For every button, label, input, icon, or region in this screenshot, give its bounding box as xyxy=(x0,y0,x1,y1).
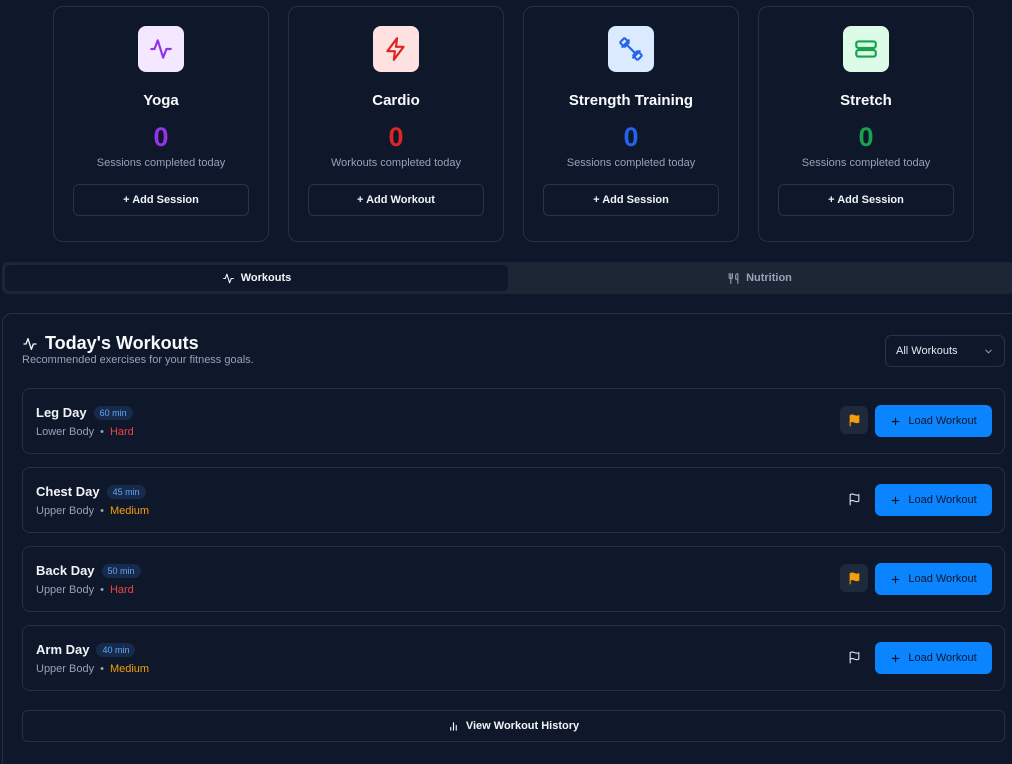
card-subtitle: Workouts completed today xyxy=(330,157,462,169)
duration-badge: 60 min xyxy=(93,405,133,420)
workout-list: Leg Day 60 min Lower Body • Hard Load Wo… xyxy=(22,388,1005,691)
activity-icon xyxy=(222,273,234,283)
flag-icon xyxy=(849,572,859,584)
filter-value: All Workouts xyxy=(896,345,958,357)
body-area: Upper Body xyxy=(36,663,95,675)
load-workout-button[interactable]: Load Workout xyxy=(875,405,992,437)
meta-separator: • xyxy=(100,584,104,596)
flag-button[interactable] xyxy=(840,406,868,434)
load-workout-button[interactable]: Load Workout xyxy=(875,642,992,674)
load-workout-button[interactable]: Load Workout xyxy=(875,484,992,516)
view-workout-history-button[interactable]: View Workout History xyxy=(22,710,1005,742)
workout-row: Arm Day 40 min Upper Body • Medium Load … xyxy=(22,625,1005,691)
panel-title: Today's Workouts xyxy=(22,333,199,354)
card-count: 0 xyxy=(388,122,404,152)
activity-icon xyxy=(150,39,172,59)
difficulty-label: Hard xyxy=(109,426,134,438)
card-subtitle: Sessions completed today xyxy=(566,157,696,169)
card-icon-box xyxy=(138,26,184,72)
workout-row: Leg Day 60 min Lower Body • Hard Load Wo… xyxy=(22,388,1005,454)
workout-meta: Upper Body • Medium xyxy=(36,663,149,675)
workout-title: Chest Day 45 min xyxy=(36,484,146,499)
load-workout-label: Load Workout xyxy=(908,652,977,664)
chevron-down-icon xyxy=(985,349,992,353)
add-session-button[interactable]: + Add Session xyxy=(778,184,954,216)
flag-icon xyxy=(849,493,859,505)
stretch-icon xyxy=(855,40,877,58)
card-subtitle: Sessions completed today xyxy=(801,157,931,169)
flag-button[interactable] xyxy=(840,643,868,671)
meta-separator: • xyxy=(100,426,104,438)
history-label: View Workout History xyxy=(465,720,580,732)
difficulty-label: Medium xyxy=(109,505,150,517)
flag-icon xyxy=(849,414,859,426)
card-stretch: Stretch 0 Sessions completed today + Add… xyxy=(758,6,974,242)
panel-title-text: Today's Workouts xyxy=(45,333,199,353)
workout-name: Back Day xyxy=(36,563,95,578)
dumbbell-icon xyxy=(619,37,643,61)
duration-badge: 45 min xyxy=(106,484,146,499)
load-workout-label: Load Workout xyxy=(908,415,977,427)
workout-name: Arm Day xyxy=(36,642,90,657)
card-count: 0 xyxy=(858,122,874,152)
card-title: Yoga xyxy=(143,92,179,109)
workout-title: Arm Day 40 min xyxy=(36,642,136,657)
add-session-button[interactable]: + Add Session xyxy=(73,184,249,216)
tab-label: Workouts xyxy=(240,272,292,284)
flag-icon xyxy=(849,651,859,663)
tab-workouts[interactable]: Workouts xyxy=(5,265,508,291)
zap-icon xyxy=(386,37,405,61)
meta-separator: • xyxy=(100,505,104,517)
card-count: 0 xyxy=(623,122,639,152)
card-icon-box xyxy=(843,26,889,72)
card-icon-box xyxy=(608,26,654,72)
workout-row: Chest Day 45 min Upper Body • Medium Loa… xyxy=(22,467,1005,533)
panel-subtitle: Recommended exercises for your fitness g… xyxy=(22,354,254,366)
tab-bar: Workouts Nutrition xyxy=(2,262,1012,294)
card-title: Cardio xyxy=(372,92,420,109)
card-subtitle: Sessions completed today xyxy=(96,157,226,169)
workout-name: Leg Day xyxy=(36,405,87,420)
body-area: Upper Body xyxy=(36,505,95,517)
flag-button[interactable] xyxy=(840,485,868,513)
workout-title: Leg Day 60 min xyxy=(36,405,133,420)
tab-label: Nutrition xyxy=(746,272,792,284)
utensils-icon xyxy=(728,272,739,284)
workout-meta: Lower Body • Hard xyxy=(36,426,134,438)
bar-chart-icon xyxy=(450,721,457,731)
workout-meta: Upper Body • Hard xyxy=(36,584,134,596)
duration-badge: 40 min xyxy=(96,642,136,657)
plus-icon xyxy=(892,496,900,504)
workout-filter-select[interactable]: All Workouts xyxy=(885,335,1005,367)
add-workout-button[interactable]: + Add Workout xyxy=(308,184,484,216)
body-area: Lower Body xyxy=(36,426,95,438)
load-workout-button[interactable]: Load Workout xyxy=(875,563,992,595)
card-cardio: Cardio 0 Workouts completed today + Add … xyxy=(288,6,504,242)
plus-icon xyxy=(892,575,900,583)
workout-meta: Upper Body • Medium xyxy=(36,505,149,517)
plus-icon xyxy=(892,417,900,425)
card-count: 0 xyxy=(153,122,169,152)
plus-icon xyxy=(892,654,900,662)
meta-separator: • xyxy=(100,663,104,675)
card-icon-box xyxy=(373,26,419,72)
flag-button[interactable] xyxy=(840,564,868,592)
tab-nutrition[interactable]: Nutrition xyxy=(508,265,1011,291)
load-workout-label: Load Workout xyxy=(908,573,977,585)
difficulty-label: Hard xyxy=(109,584,134,596)
stat-cards: Yoga 0 Sessions completed today + Add Se… xyxy=(53,6,974,242)
body-area: Upper Body xyxy=(36,584,95,596)
card-title: Stretch xyxy=(840,92,892,109)
workout-row: Back Day 50 min Upper Body • Hard Load W… xyxy=(22,546,1005,612)
difficulty-label: Medium xyxy=(109,663,150,675)
card-title: Strength Training xyxy=(568,92,694,109)
card-yoga: Yoga 0 Sessions completed today + Add Se… xyxy=(53,6,269,242)
load-workout-label: Load Workout xyxy=(908,494,977,506)
card-strength-training: Strength Training 0 Sessions completed t… xyxy=(523,6,739,242)
workout-name: Chest Day xyxy=(36,484,100,499)
add-session-button[interactable]: + Add Session xyxy=(543,184,719,216)
workout-title: Back Day 50 min xyxy=(36,563,141,578)
duration-badge: 50 min xyxy=(101,563,141,578)
activity-icon xyxy=(23,337,37,350)
